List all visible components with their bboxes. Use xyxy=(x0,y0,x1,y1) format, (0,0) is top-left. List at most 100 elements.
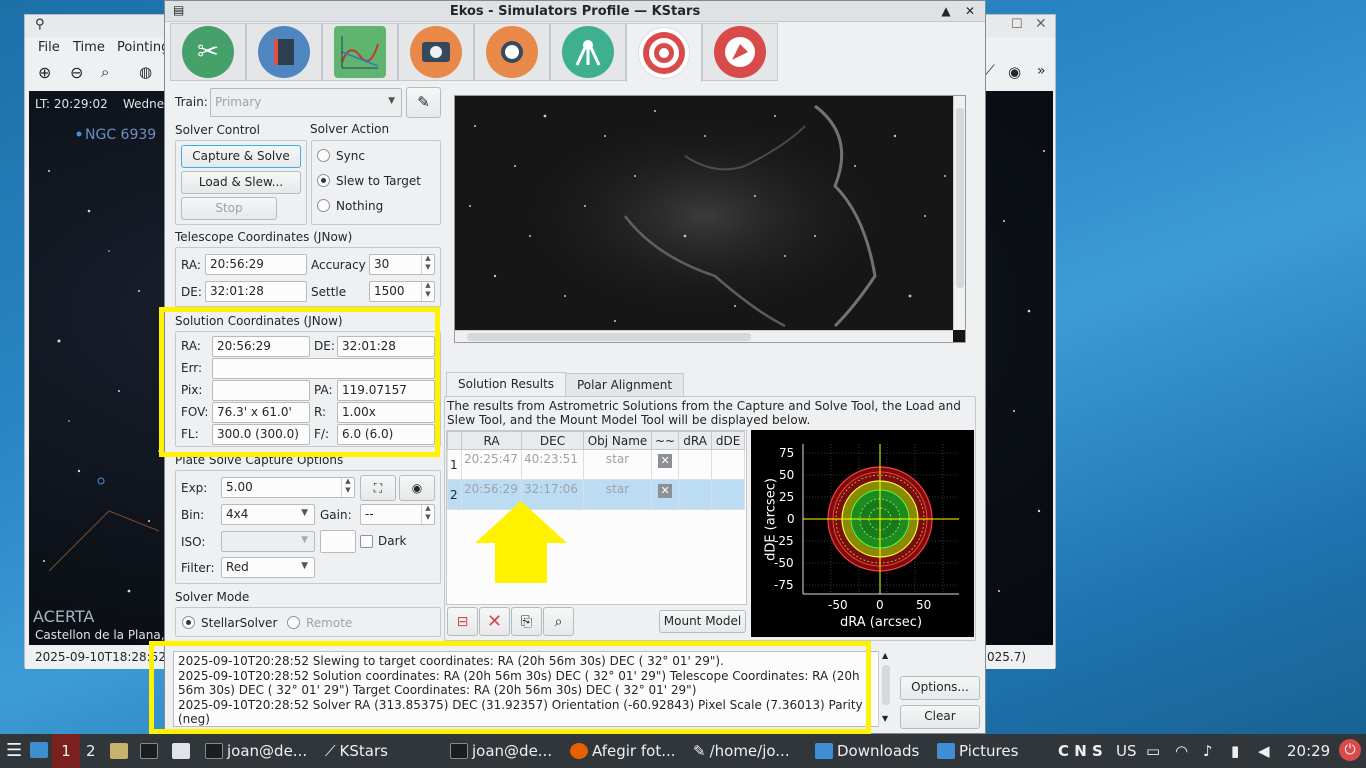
solution-plot[interactable]: 75 50 25 0 -25 -50 -75 -50 0 50 dRA (arc… xyxy=(751,430,974,637)
search-icon[interactable]: ⌕ xyxy=(101,63,109,81)
filter-select[interactable]: Red ▼ xyxy=(221,557,315,578)
task-terminal-2[interactable]: joan@de... xyxy=(450,742,552,760)
gain-value: -- xyxy=(365,507,374,521)
wifi-icon[interactable]: ◠ xyxy=(1175,742,1188,760)
tab-scheduler[interactable] xyxy=(246,23,322,81)
table-row[interactable]: 1 20:25:47 40:23:51 star ✕ xyxy=(447,449,746,480)
telescope-de-field[interactable]: 32:01:28 xyxy=(205,281,307,302)
iso-extra-field[interactable] xyxy=(320,530,356,553)
spin-arrows-icon[interactable]: ▲ ▼ xyxy=(341,478,354,497)
delete-row-button[interactable]: ✕ xyxy=(479,607,510,636)
zoom-out-icon[interactable]: ⊖ xyxy=(70,63,83,82)
col-flag[interactable]: ~~ xyxy=(650,431,680,450)
iso-label: ISO: xyxy=(181,535,206,549)
show-desktop-icon[interactable] xyxy=(30,741,52,759)
tab-align[interactable] xyxy=(626,23,702,82)
eye-icon[interactable]: ◉ xyxy=(1008,63,1021,81)
task-kstars[interactable]: ⟋ KStars xyxy=(325,742,388,760)
tab-solution-results[interactable]: Solution Results xyxy=(446,372,567,397)
preview-button[interactable]: ◉ xyxy=(399,475,435,501)
spin-arrows-icon[interactable]: ▲ ▼ xyxy=(421,505,434,524)
keyboard-layout[interactable]: US xyxy=(1116,742,1137,760)
volume-icon[interactable]: ◀ xyxy=(1258,742,1270,760)
col-dde[interactable]: dDE xyxy=(711,431,746,450)
sync-radio[interactable] xyxy=(317,149,330,162)
log-scrollbar[interactable]: ▲ ▼ xyxy=(878,651,892,727)
tab-setup[interactable]: ✂ xyxy=(170,23,246,81)
telescope-ra-field[interactable]: 20:56:29 xyxy=(205,254,307,275)
tab-guide[interactable] xyxy=(702,23,778,81)
unchecked-box-icon[interactable]: ✕ xyxy=(658,484,673,498)
unchecked-box-icon[interactable]: ✕ xyxy=(658,454,673,468)
tab-capture[interactable] xyxy=(398,23,474,81)
gain-spinbox[interactable]: -- ▲ ▼ xyxy=(360,504,435,525)
menu-time[interactable]: Time xyxy=(73,40,105,55)
col-ra[interactable]: RA xyxy=(461,431,522,450)
task-firefox[interactable]: Afegir fot... xyxy=(570,742,676,760)
power-icon[interactable]: ⏻ xyxy=(1339,739,1361,761)
task-terminal-1[interactable]: joan@de... xyxy=(205,742,307,760)
exposure-spinbox[interactable]: 5.00 ▲ ▼ xyxy=(221,477,355,498)
terminal-icon[interactable] xyxy=(140,742,162,760)
close-icon[interactable]: ✕ xyxy=(961,3,979,19)
tab-focus[interactable] xyxy=(474,23,550,81)
more-icon[interactable]: » xyxy=(1037,63,1046,79)
app-launcher-icon[interactable]: ☰ xyxy=(6,740,22,761)
workspace-1[interactable]: 1 xyxy=(52,734,80,768)
menu-file[interactable]: File xyxy=(38,40,60,55)
close-icon[interactable]: ✕ xyxy=(1035,16,1047,32)
tab-polar-alignment[interactable]: Polar Alignment xyxy=(565,373,685,397)
task-pictures[interactable]: Pictures xyxy=(937,742,1018,760)
clear-log-button[interactable]: Clear xyxy=(900,705,980,729)
frame-button[interactable]: ⛶ xyxy=(360,475,396,501)
notifications-icon[interactable]: ♪ xyxy=(1203,742,1213,760)
col-dec[interactable]: DEC xyxy=(521,431,584,450)
menu-pointing[interactable]: Pointing xyxy=(117,40,169,55)
image-preview[interactable] xyxy=(454,95,966,343)
tab-mount[interactable] xyxy=(550,23,626,81)
clear-all-button[interactable]: ⊟ xyxy=(447,607,478,636)
options-button[interactable]: Options... xyxy=(900,676,980,700)
spin-arrows-icon[interactable]: ▲ ▼ xyxy=(421,282,434,301)
train-select[interactable]: Primary ▼ xyxy=(210,88,402,117)
task-downloads[interactable]: Downloads xyxy=(815,742,919,760)
zoom-in-icon[interactable]: ⊕ xyxy=(38,63,51,82)
battery-icon[interactable]: ▮ xyxy=(1231,742,1239,760)
nothing-radio[interactable] xyxy=(317,199,330,212)
editor-icon[interactable] xyxy=(172,742,194,760)
capture-solve-button[interactable]: Capture & Solve xyxy=(181,145,301,168)
chevron-down-icon: ▼ xyxy=(301,535,308,545)
globe-icon[interactable]: ◍ xyxy=(139,63,152,81)
preview-hscrollbar[interactable] xyxy=(455,330,953,342)
scroll-down-icon[interactable]: ▼ xyxy=(882,714,888,723)
maximize-icon[interactable]: ☐ xyxy=(1011,17,1023,32)
file-manager-icon[interactable] xyxy=(110,742,132,760)
window-title: Ekos - Simulators Profile — KStars xyxy=(449,4,701,19)
spin-arrows-icon[interactable]: ▲ ▼ xyxy=(421,255,434,274)
scroll-up-icon[interactable]: ▲ xyxy=(882,651,888,660)
bin-select[interactable]: 4x4 ▼ xyxy=(221,504,315,525)
telescope-icon[interactable]: ⟋ xyxy=(985,63,995,79)
export-button[interactable]: ⎘ xyxy=(511,607,542,636)
workspace-2[interactable]: 2 xyxy=(86,742,96,760)
tab-analyze[interactable] xyxy=(322,23,398,81)
clock[interactable]: 20:29 xyxy=(1287,742,1330,760)
dark-checkbox[interactable] xyxy=(360,535,373,548)
clipboard-icon[interactable]: ▭ xyxy=(1146,742,1160,760)
load-slew-button[interactable]: Load & Slew... xyxy=(181,171,301,194)
accuracy-spinbox[interactable]: 30 ▲ ▼ xyxy=(369,254,435,275)
settle-spinbox[interactable]: 1500 ▲ ▼ xyxy=(369,281,435,302)
task-home[interactable]: ✎/home/jo... xyxy=(693,742,790,760)
stellarsolver-radio[interactable] xyxy=(182,616,195,629)
preview-vscrollbar[interactable] xyxy=(953,96,965,330)
iso-select[interactable]: ▼ xyxy=(221,531,315,552)
edit-train-button[interactable]: ✎ xyxy=(406,87,441,118)
stop-button[interactable]: Stop xyxy=(181,197,277,220)
mount-model-button[interactable]: Mount Model xyxy=(659,610,746,633)
zoom-view-button[interactable]: ⌕ xyxy=(543,607,574,636)
keep-above-icon[interactable]: ▲ xyxy=(937,3,955,19)
remote-radio[interactable] xyxy=(287,616,300,629)
col-dra[interactable]: dRA xyxy=(678,431,713,450)
slew-to-target-radio[interactable] xyxy=(317,174,330,187)
col-obj-name[interactable]: Obj Name xyxy=(583,431,652,450)
